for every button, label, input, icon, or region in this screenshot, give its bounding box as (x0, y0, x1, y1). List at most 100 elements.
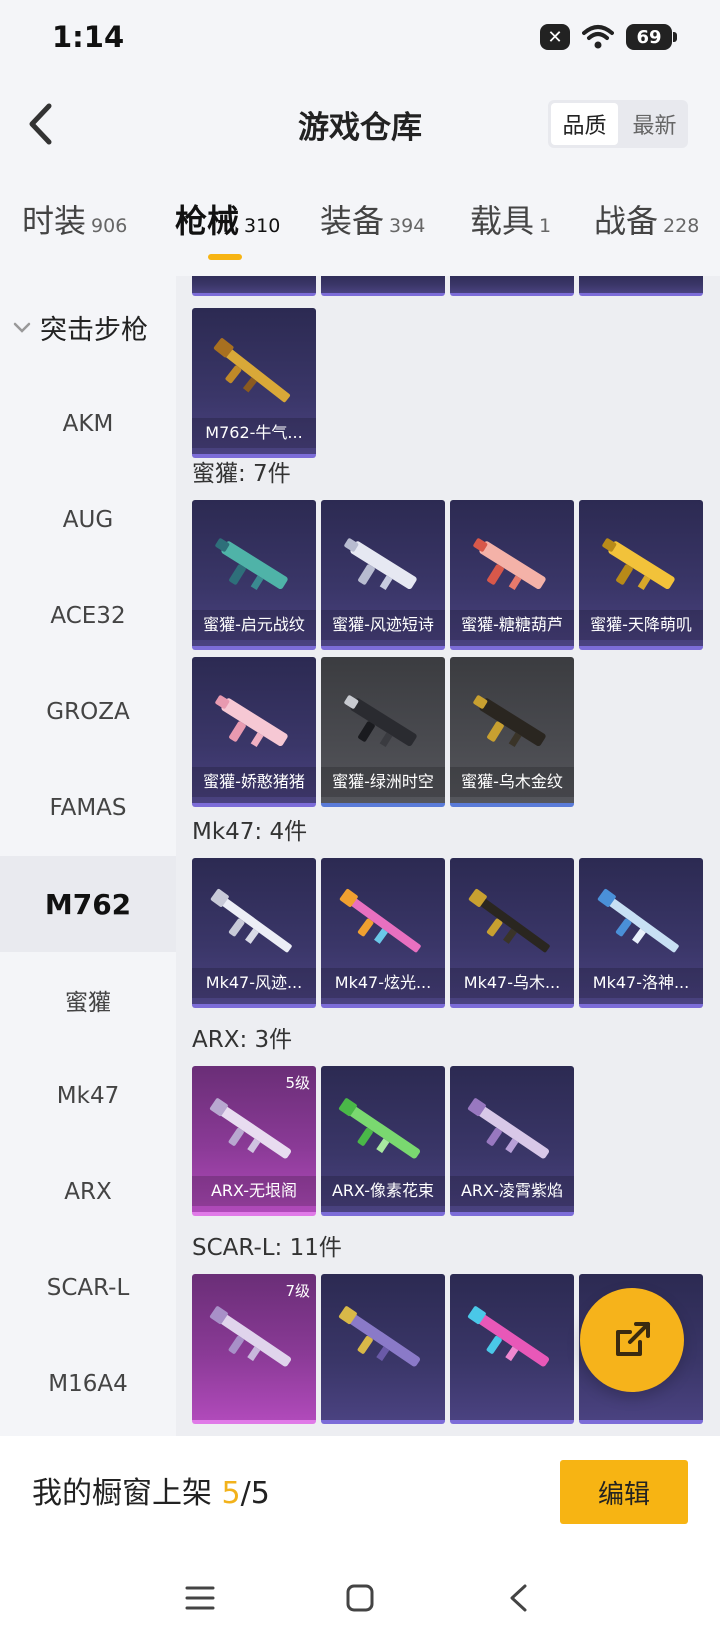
skin-card[interactable]: M762-牛气... (192, 308, 316, 458)
showcase-bar: 我的橱窗上架 5/5 编辑 (0, 1436, 720, 1556)
skin-name: ARX-无垠阁 (192, 1176, 316, 1206)
tab-label: 战备 (594, 202, 659, 240)
clock: 1:14 (52, 20, 125, 54)
skin-card[interactable]: Mk47-乌木... (450, 858, 574, 1008)
sidebar-item-ace32[interactable]: ACE32 (0, 568, 176, 664)
skin-card[interactable]: 蜜獾-天降萌叽 (579, 500, 703, 650)
skin-name: Mk47-洛神... (579, 968, 703, 998)
smg-skin-icon (473, 538, 546, 591)
skin-card[interactable]: 蜜獾-娇憨猪猪 (192, 657, 316, 807)
tab-fashion[interactable]: 时装 906 (22, 196, 127, 242)
skin-card[interactable]: 蜜獾-风迹短诗 (321, 500, 445, 650)
skin-card[interactable]: ARX-凌霄紫焰 (450, 1066, 574, 1216)
back-chevron-icon (510, 1584, 527, 1612)
tab-vehicles[interactable]: 载具 1 (470, 196, 551, 242)
sidebar-item-m16a4[interactable]: M16A4 (0, 1336, 176, 1432)
sidebar-item-groza[interactable]: GROZA (0, 664, 176, 760)
skin-card[interactable]: 蜜獾-启元战纹 (192, 500, 316, 650)
edit-button[interactable]: 编辑 (560, 1460, 688, 1524)
skin-card[interactable] (579, 276, 703, 296)
smg-skin-icon (344, 538, 417, 591)
sort-latest-button[interactable]: 最新 (621, 100, 688, 148)
skin-card[interactable] (450, 276, 574, 296)
menu-button[interactable] (178, 1576, 222, 1620)
showcase-status: 我的橱窗上架 5/5 (32, 1468, 270, 1512)
section-title: ARX: 3件 (192, 1027, 293, 1053)
home-square-icon (346, 1584, 374, 1612)
smg-skin-icon (473, 695, 546, 748)
rifle-skin-icon (338, 1098, 421, 1159)
sidebar-item-m762[interactable]: M762 (0, 856, 176, 952)
tab-label: 枪械 (175, 202, 240, 240)
notification-badge-icon: ✕ (540, 24, 570, 50)
showcase-total-count: /5 (240, 1476, 270, 1511)
skin-name: 蜜獾-天降萌叽 (579, 610, 703, 640)
section-title: 蜜獾: 7件 (192, 461, 291, 487)
wifi-icon (582, 25, 614, 49)
sort-quality-button[interactable]: 品质 (551, 103, 618, 145)
tab-label: 装备 (320, 202, 385, 240)
share-button[interactable] (580, 1288, 684, 1392)
section-title: SCAR-L: 11件 (192, 1235, 342, 1261)
skin-card[interactable]: Mk47-炫光... (321, 858, 445, 1008)
sidebar-item-arx[interactable]: ARX (0, 1144, 176, 1240)
menu-icon (185, 1586, 215, 1610)
tab-equipment[interactable]: 装备 394 (320, 196, 425, 242)
status-bar: 1:14 ✕ 69 (0, 0, 720, 80)
rifle-skin-icon (468, 888, 550, 953)
skin-card[interactable]: 5级 ARX-无垠阁 (192, 1066, 316, 1216)
skin-card[interactable] (321, 276, 445, 296)
skin-card[interactable] (192, 276, 316, 296)
tab-count: 906 (91, 215, 128, 237)
skin-card[interactable]: ARX-像素花束 (321, 1066, 445, 1216)
tab-label: 载具 (470, 202, 535, 240)
smg-skin-icon (602, 538, 675, 591)
active-tab-indicator (208, 254, 242, 260)
sidebar-group-assault-rifles[interactable]: 突击步枪 (12, 308, 148, 347)
skin-name: Mk47-乌木... (450, 968, 574, 998)
battery-icon: 69 (626, 24, 677, 50)
sidebar-item-mk47[interactable]: Mk47 (0, 1048, 176, 1144)
skin-name: M762-牛气... (192, 418, 316, 448)
sidebar-item-famas[interactable]: FAMAS (0, 760, 176, 856)
skin-card[interactable] (450, 1274, 574, 1424)
category-tabs: 时装 906 枪械 310 装备 394 载具 1 战备 228 (0, 196, 720, 266)
weapon-sidebar: 突击步枪 AKM AUG ACE32 GROZA FAMAS M762 蜜獾 M… (0, 276, 176, 1436)
skin-card[interactable]: Mk47-风迹... (192, 858, 316, 1008)
tab-battle-gear[interactable]: 战备 228 (594, 196, 699, 242)
back-nav-button[interactable] (496, 1576, 540, 1620)
skin-card[interactable] (321, 1274, 445, 1424)
skin-name: 蜜獾-风迹短诗 (321, 610, 445, 640)
rifle-skin-icon (338, 1306, 421, 1367)
skin-card[interactable]: 蜜獾-糖糖葫芦 (450, 500, 574, 650)
tab-label: 时装 (22, 202, 87, 240)
skin-card[interactable]: 蜜獾-绿洲时空 (321, 657, 445, 807)
share-export-icon (616, 1322, 650, 1356)
sidebar-item-akm[interactable]: AKM (0, 376, 176, 472)
chevron-down-icon (13, 322, 31, 333)
section-title: Mk47: 4件 (192, 819, 308, 845)
skin-name: 蜜獾-乌木金纹 (450, 767, 574, 797)
skin-name: 蜜獾-启元战纹 (192, 610, 316, 640)
tab-firearms[interactable]: 枪械 310 (175, 196, 280, 242)
sidebar-item-scar-l[interactable]: SCAR-L (0, 1240, 176, 1336)
home-button[interactable] (338, 1576, 382, 1620)
skin-card[interactable]: 蜜獾-乌木金纹 (450, 657, 574, 807)
smg-skin-icon (344, 695, 417, 748)
rifle-skin-icon (339, 888, 421, 953)
smg-skin-icon (215, 538, 288, 591)
tab-count: 1 (539, 215, 552, 237)
skin-card[interactable]: 7级 (192, 1274, 316, 1424)
sidebar-item-honey-badger[interactable]: 蜜獾 (0, 952, 176, 1048)
tab-count: 394 (389, 215, 426, 237)
rifle-skin-icon (210, 888, 292, 953)
sidebar-item-aug[interactable]: AUG (0, 472, 176, 568)
rifle-skin-icon (467, 1306, 550, 1367)
rifle-skin-icon (467, 1098, 550, 1159)
skin-card[interactable]: Mk47-洛神... (579, 858, 703, 1008)
sidebar-group-label: 突击步枪 (40, 315, 148, 346)
skin-name: ARX-凌霄紫焰 (450, 1176, 574, 1206)
tab-count: 228 (663, 215, 700, 237)
skin-name: ARX-像素花束 (321, 1176, 445, 1206)
skin-name: 蜜獾-绿洲时空 (321, 767, 445, 797)
